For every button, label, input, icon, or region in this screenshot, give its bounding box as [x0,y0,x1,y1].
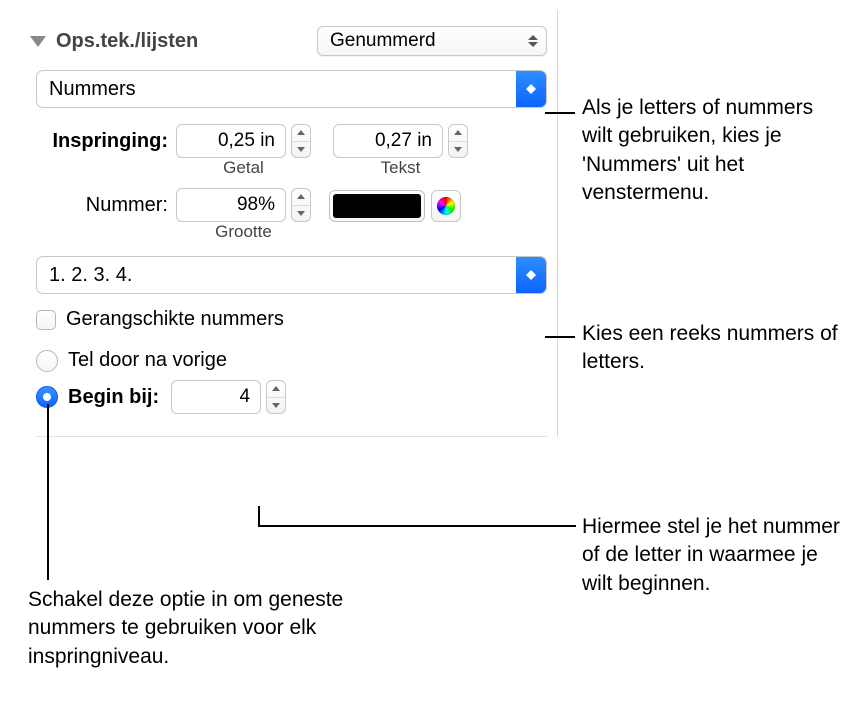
divider [36,436,547,437]
disclosure-triangle-icon[interactable] [30,36,46,47]
list-style-value: Genummerd [330,30,436,52]
sequence-popup[interactable]: 1. 2. 3. 4. [36,256,547,294]
number-size-label: Nummer: [36,194,176,217]
callout-start-at: Hiermee stel je het nummer of de letter … [582,513,847,598]
start-at-label: Begin bij: [68,386,159,409]
section-title: Ops.tek./lijsten [56,30,198,53]
callout-leader [47,404,49,580]
start-at-input[interactable]: 4 [171,380,261,414]
callout-leader [545,112,575,114]
numbers-popup[interactable]: Nummers [36,70,547,108]
indent-label: Inspringing: [36,130,176,153]
sequence-popup-label: 1. 2. 3. 4. [49,264,132,287]
callout-leader [258,525,576,527]
start-at-stepper[interactable] [266,380,286,414]
indent-text-caption: Tekst [381,158,421,178]
indent-text-stepper[interactable] [448,124,468,158]
number-color-well[interactable] [329,190,425,222]
number-size-caption: Grootte [215,222,272,242]
number-size-input[interactable]: 98% [176,188,286,222]
tiered-numbers-label: Gerangschikte nummers [66,308,284,331]
color-wheel-icon [437,197,455,215]
number-size-stepper[interactable] [291,188,311,222]
indent-number-input[interactable]: 0,25 in [176,124,286,158]
callout-sequence: Kies een reeks nummers of letters. [582,320,847,377]
continue-from-previous-radio[interactable] [36,350,58,372]
callout-numbers-popup: Als je letters of nummers wilt gebruiken… [582,94,842,207]
continue-from-previous-label: Tel door na vorige [68,349,227,372]
updown-arrows-icon [526,84,536,94]
indent-text-input[interactable]: 0,27 in [333,124,443,158]
callout-leader [258,506,260,526]
tiered-numbers-checkbox[interactable] [36,310,56,330]
updown-arrows-icon [528,35,538,47]
color-swatch [333,194,421,218]
indent-number-stepper[interactable] [291,124,311,158]
numbers-popup-label: Nummers [49,78,136,101]
callout-tiered: Schakel deze optie in om geneste nummers… [28,586,378,671]
color-picker-button[interactable] [431,190,461,222]
indent-number-caption: Getal [223,158,264,178]
bullets-lists-panel: Ops.tek./lijsten Genummerd Nummers Inspr… [28,10,558,437]
callout-leader [545,336,575,338]
list-style-popup[interactable]: Genummerd [317,26,547,56]
updown-arrows-icon [526,270,536,280]
